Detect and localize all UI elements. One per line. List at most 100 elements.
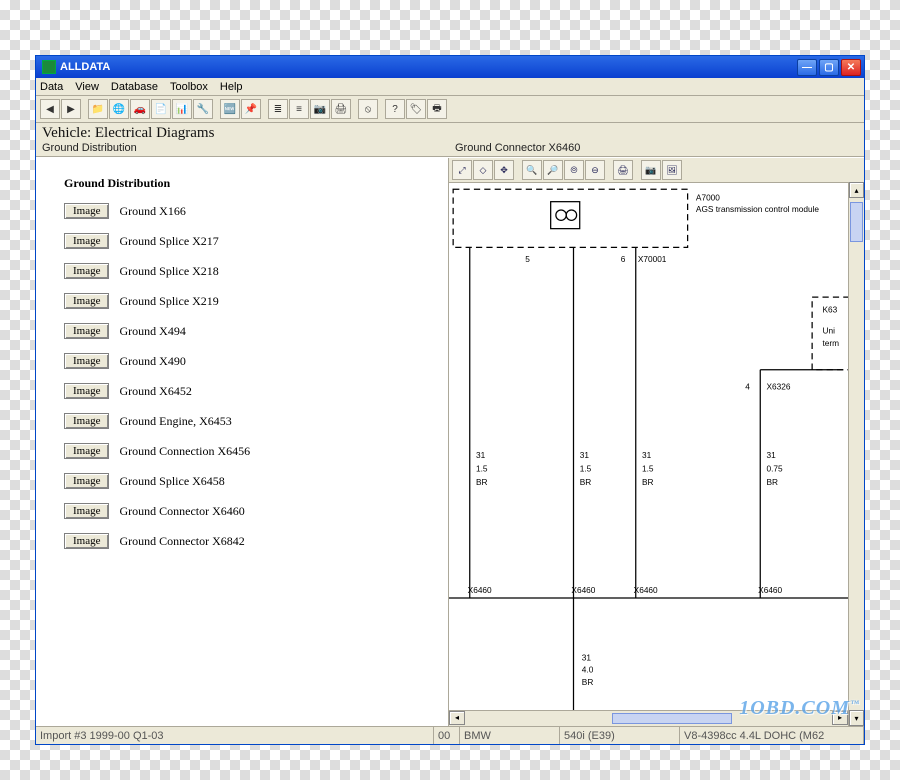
diagram-camera-icon[interactable]: 📷 xyxy=(641,160,661,180)
svg-text:31: 31 xyxy=(476,450,486,460)
image-button[interactable]: Image xyxy=(64,323,109,339)
status-engine: V8-4398cc 4.4L DOHC (M62 xyxy=(680,727,864,744)
image-button[interactable]: Image xyxy=(64,233,109,249)
svg-text:0.75: 0.75 xyxy=(766,463,783,473)
item-label: Ground Splice X218 xyxy=(119,264,218,279)
diagram-toolbar: ⤢ ◇ ✥ 🔍 🔎 ⦾ ⊖ 🖨 📷 🖼 xyxy=(449,158,864,183)
list-item[interactable]: Image Ground Connection X6456 xyxy=(64,443,438,459)
tool-tag-icon[interactable]: 🏷 xyxy=(406,99,426,119)
titlebar[interactable]: ALLDATA — ▢ ✕ xyxy=(36,56,864,78)
tool-wrench-icon[interactable]: 🔧 xyxy=(193,99,213,119)
zoom-reset-icon[interactable]: ⊖ xyxy=(585,160,605,180)
image-button[interactable]: Image xyxy=(64,503,109,519)
pan-icon[interactable]: ✥ xyxy=(494,160,514,180)
tool-car-icon[interactable]: 🚗 xyxy=(130,99,150,119)
list-item[interactable]: Image Ground X490 xyxy=(64,353,438,369)
right-pane-subtitle: Ground Connector X6460 xyxy=(455,142,580,156)
zoom-in-icon[interactable]: 🔍 xyxy=(522,160,542,180)
image-button[interactable]: Image xyxy=(64,353,109,369)
tool-camera-icon[interactable]: 📷 xyxy=(310,99,330,119)
image-button[interactable]: Image xyxy=(64,413,109,429)
svg-text:BR: BR xyxy=(580,477,592,487)
list-item[interactable]: ImageGround X494 xyxy=(64,323,438,339)
status-model: 540i (E39) xyxy=(560,727,680,744)
status-import: Import #3 1999-00 Q1-03 xyxy=(36,727,434,744)
scroll-up-icon[interactable]: ▴ xyxy=(849,182,864,198)
menu-help[interactable]: Help xyxy=(220,81,243,93)
left-pane-subtitle: Ground Distribution xyxy=(42,142,455,156)
list-item[interactable]: ImageGround Engine, X6453 xyxy=(64,413,438,429)
image-button[interactable]: Image xyxy=(64,263,109,279)
back-button[interactable]: ◀ xyxy=(40,99,60,119)
zoom-region-icon[interactable]: ◇ xyxy=(473,160,493,180)
list-item[interactable]: ImageGround X166 xyxy=(64,203,438,219)
svg-text:31: 31 xyxy=(582,652,592,662)
tool-globe-icon[interactable]: 🌐 xyxy=(109,99,129,119)
diagram-print-icon[interactable]: 🖨 xyxy=(613,160,633,180)
forward-button[interactable]: ▶ xyxy=(61,99,81,119)
tool-chart-icon[interactable]: 📊 xyxy=(172,99,192,119)
list-item[interactable]: Image Ground Splice X219 xyxy=(64,293,438,309)
menu-database[interactable]: Database xyxy=(111,81,158,93)
image-button[interactable]: Image xyxy=(64,383,109,399)
item-label: Ground Splice X219 xyxy=(119,294,218,309)
list-item[interactable]: Image Ground Splice X217 xyxy=(64,233,438,249)
svg-text:31: 31 xyxy=(642,450,652,460)
menubar: Data View Database Toolbox Help xyxy=(36,78,864,96)
tool-pin-icon[interactable]: 📌 xyxy=(241,99,261,119)
image-button[interactable]: Image xyxy=(64,533,109,549)
zoom-fit-icon[interactable]: ⤢ xyxy=(452,160,472,180)
svg-text:Uni: Uni xyxy=(823,325,836,335)
list-item[interactable]: Image Ground Connector X6842 xyxy=(64,533,438,549)
tool-list1-icon[interactable]: ≣ xyxy=(268,99,288,119)
svg-text:BR: BR xyxy=(476,477,488,487)
status-num: 00 xyxy=(434,727,460,744)
item-label: Ground Connector X6842 xyxy=(119,534,244,549)
list-item[interactable]: ImageGround Splice X6458 xyxy=(64,473,438,489)
vscroll-thumb[interactable] xyxy=(850,202,863,242)
tool-folder-icon[interactable]: 📁 xyxy=(88,99,108,119)
svg-text:X6460: X6460 xyxy=(634,585,658,595)
minimize-button[interactable]: — xyxy=(797,59,817,76)
image-button[interactable]: Image xyxy=(64,203,109,219)
close-button[interactable]: ✕ xyxy=(841,59,861,76)
scroll-left-icon[interactable]: ◂ xyxy=(449,711,465,725)
app-icon xyxy=(42,60,56,74)
item-label: Ground Connection X6456 xyxy=(119,444,250,459)
maximize-button[interactable]: ▢ xyxy=(819,59,839,76)
image-button[interactable]: Image xyxy=(64,473,109,489)
svg-text:X70001: X70001 xyxy=(638,254,667,264)
zoom-out-icon[interactable]: 🔎 xyxy=(543,160,563,180)
app-window: ALLDATA — ▢ ✕ Data View Database Toolbox… xyxy=(35,55,865,745)
navigation-pane: Ground Distribution ImageGround X166Imag… xyxy=(36,158,449,726)
menu-toolbox[interactable]: Toolbox xyxy=(170,81,208,93)
tool-doc-icon[interactable]: 📄 xyxy=(151,99,171,119)
diagram-snapshot-icon[interactable]: 🖼 xyxy=(662,160,682,180)
statusbar: Import #3 1999-00 Q1-03 00 BMW 540i (E39… xyxy=(36,726,864,744)
tool-list2-icon[interactable]: ≡ xyxy=(289,99,309,119)
zoom-actual-icon[interactable]: ⦾ xyxy=(564,160,584,180)
menu-view[interactable]: View xyxy=(75,81,99,93)
tool-stop-icon[interactable]: ⦸ xyxy=(358,99,378,119)
tool-print2-icon[interactable]: 🖶 xyxy=(427,99,447,119)
menu-data[interactable]: Data xyxy=(40,81,63,93)
hscroll-thumb[interactable] xyxy=(612,713,732,724)
item-label: Ground Splice X217 xyxy=(119,234,218,249)
svg-text:31: 31 xyxy=(580,450,590,460)
tool-newcar-icon[interactable]: 🆕 xyxy=(220,99,240,119)
svg-text:4: 4 xyxy=(745,381,750,391)
list-item[interactable]: Image Ground Splice X218 xyxy=(64,263,438,279)
tool-print-icon[interactable]: 🖨 xyxy=(331,99,351,119)
svg-text:X6460: X6460 xyxy=(468,585,492,595)
image-button[interactable]: Image xyxy=(64,293,109,309)
item-label: Ground X490 xyxy=(119,354,185,369)
tool-help-icon[interactable]: ? xyxy=(385,99,405,119)
wiring-diagram[interactable]: A7000 AGS transmission control module 5 … xyxy=(449,183,864,726)
window-title: ALLDATA xyxy=(60,61,797,73)
list-item[interactable]: Image Ground Connector X6460 xyxy=(64,503,438,519)
svg-text:1.5: 1.5 xyxy=(580,463,592,473)
vertical-scrollbar[interactable]: ▴ ▾ xyxy=(848,182,864,726)
image-button[interactable]: Image xyxy=(64,443,109,459)
list-item[interactable]: ImageGround X6452 xyxy=(64,383,438,399)
item-label: Ground Connector X6460 xyxy=(119,504,244,519)
